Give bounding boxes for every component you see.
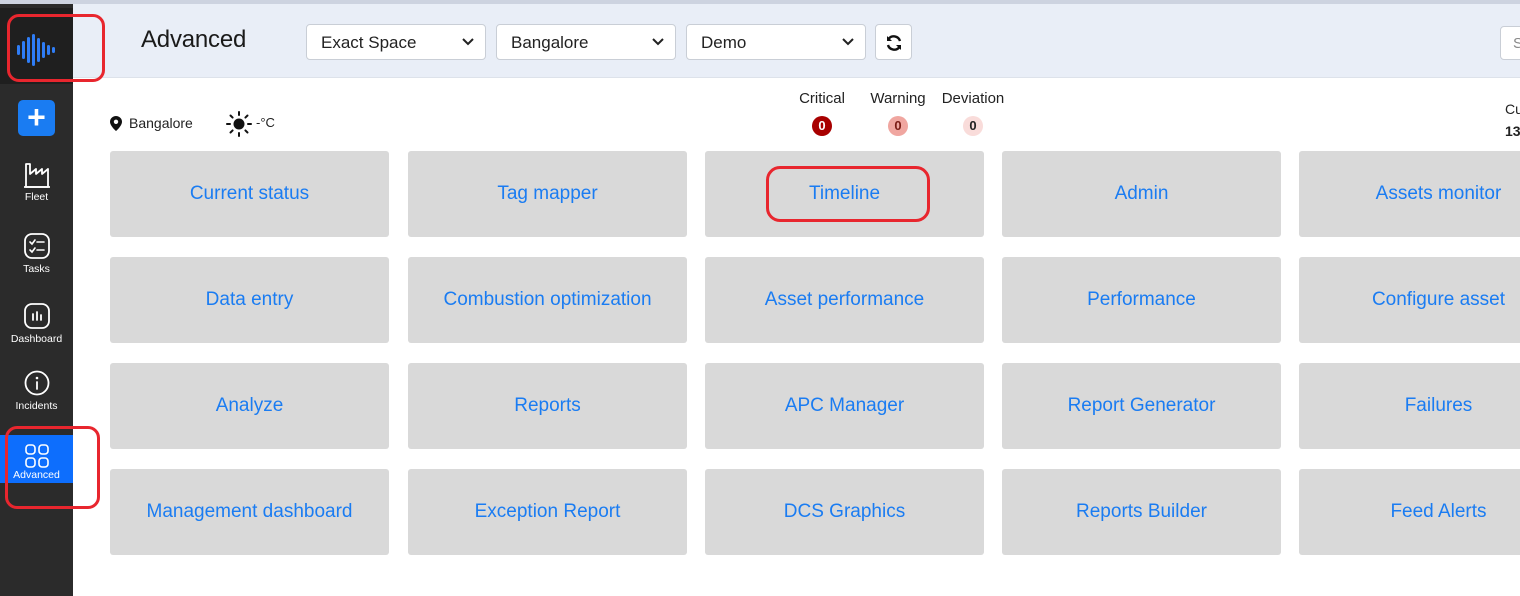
sidebar-item-label: Tasks — [23, 263, 50, 275]
chevron-down-icon — [652, 38, 664, 46]
location-text: Bangalore — [129, 115, 193, 131]
dashboard-icon — [24, 303, 50, 329]
tile-admin[interactable]: Admin — [1002, 151, 1281, 237]
tile-apc-manager[interactable]: APC Manager — [705, 363, 984, 449]
counter-label: Warning — [870, 90, 926, 107]
cu-label: Cu — [1505, 101, 1520, 117]
tile-asset-performance[interactable]: Asset performance — [705, 257, 984, 343]
sidebar-item-fleet[interactable]: Fleet — [0, 160, 73, 220]
select-value: Demo — [701, 33, 747, 52]
search-input[interactable]: S — [1500, 26, 1520, 60]
refresh-icon — [886, 35, 902, 51]
tile-current-status[interactable]: Current status — [110, 151, 389, 237]
temperature-text: -°C — [256, 115, 275, 130]
tile-reports[interactable]: Reports — [408, 363, 687, 449]
tile-reports-builder[interactable]: Reports Builder — [1002, 469, 1281, 555]
tile-management-dashboard[interactable]: Management dashboard — [110, 469, 389, 555]
sun-icon — [226, 111, 252, 137]
add-button[interactable]: + — [18, 100, 55, 136]
tile-report-generator[interactable]: Report Generator — [1002, 363, 1281, 449]
tile-feed-alerts[interactable]: Feed Alerts — [1299, 469, 1520, 555]
sidebar-item-label: Advanced — [13, 469, 60, 481]
warning-badge: 0 — [888, 116, 908, 136]
info-icon — [24, 370, 50, 396]
grid-icon — [25, 444, 49, 468]
warning-counter[interactable]: Warning 0 — [868, 90, 928, 136]
company-select[interactable]: Exact Space — [306, 24, 486, 60]
sidebar-item-dashboard[interactable]: Dashboard — [0, 303, 73, 363]
app-logo[interactable] — [0, 8, 73, 84]
header-bar: Advanced Exact Space Bangalore Demo S — [73, 4, 1520, 78]
tile-failures[interactable]: Failures — [1299, 363, 1520, 449]
select-value: Bangalore — [511, 33, 589, 52]
tile-exception-report[interactable]: Exception Report — [408, 469, 687, 555]
site-select[interactable]: Bangalore — [496, 24, 676, 60]
checklist-icon — [24, 233, 50, 259]
cu-readout: Cu 13 — [1505, 98, 1520, 142]
tile-performance[interactable]: Performance — [1002, 257, 1281, 343]
tile-assets-monitor[interactable]: Assets monitor — [1299, 151, 1520, 237]
tile-analyze[interactable]: Analyze — [110, 363, 389, 449]
weather-readout: -°C — [226, 111, 275, 142]
tile-timeline[interactable]: Timeline — [705, 151, 984, 237]
sidebar: + Fleet Tasks Dashboard Incidents Advanc… — [0, 4, 73, 596]
map-pin-icon — [110, 116, 122, 131]
counter-label: Deviation — [941, 90, 1005, 107]
tile-configure-asset[interactable]: Configure asset — [1299, 257, 1520, 343]
sidebar-item-label: Fleet — [24, 191, 49, 203]
waveform-logo-icon — [17, 34, 55, 66]
chevron-down-icon — [462, 38, 474, 46]
critical-counter[interactable]: Critical 0 — [796, 90, 848, 136]
factory-icon — [24, 163, 50, 188]
sidebar-item-incidents[interactable]: Incidents — [0, 370, 73, 430]
counter-label: Critical — [799, 90, 845, 107]
deviation-badge: 0 — [963, 116, 983, 136]
unit-select[interactable]: Demo — [686, 24, 866, 60]
refresh-button[interactable] — [875, 24, 912, 60]
sidebar-item-tasks[interactable]: Tasks — [0, 232, 73, 292]
sidebar-item-label: Dashboard — [10, 333, 63, 345]
cu-value: 13 — [1505, 123, 1520, 139]
critical-badge: 0 — [812, 116, 832, 136]
deviation-counter[interactable]: Deviation 0 — [940, 90, 1006, 136]
chevron-down-icon — [842, 38, 854, 46]
select-value: Exact Space — [321, 33, 417, 52]
sidebar-item-advanced[interactable]: Advanced — [0, 435, 73, 483]
tile-tag-mapper[interactable]: Tag mapper — [408, 151, 687, 237]
tile-data-entry[interactable]: Data entry — [110, 257, 389, 343]
tile-dcs-graphics[interactable]: DCS Graphics — [705, 469, 984, 555]
page-title: Advanced — [141, 26, 247, 53]
tile-combustion-optimization[interactable]: Combustion optimization — [408, 257, 687, 343]
sidebar-item-label: Incidents — [15, 400, 58, 412]
